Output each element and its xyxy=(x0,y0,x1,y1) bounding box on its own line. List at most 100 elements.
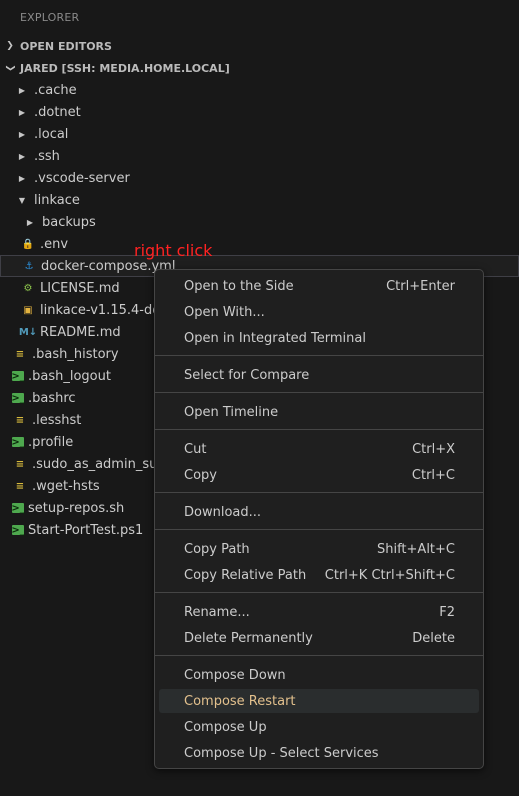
menu-copy[interactable]: Copy Ctrl+C xyxy=(159,463,479,487)
menu-separator xyxy=(155,429,483,430)
tree-item-label: .wget-hsts xyxy=(32,478,100,494)
terminal-icon: >_ xyxy=(11,524,25,536)
menu-compose-up[interactable]: Compose Up xyxy=(159,715,479,739)
tree-item-cache[interactable]: ▶ .cache xyxy=(0,79,519,101)
menu-item-label: Compose Down xyxy=(184,667,286,683)
menu-item-shortcut: Shift+Alt+C xyxy=(376,541,455,557)
tree-item-label: setup-repos.sh xyxy=(28,500,125,516)
menu-open-with[interactable]: Open With... xyxy=(159,300,479,324)
lock-icon: 🔒 xyxy=(21,238,35,250)
open-editors-header[interactable]: ❯ OPEN EDITORS xyxy=(0,35,519,57)
menu-compose-restart[interactable]: Compose Restart xyxy=(159,689,479,713)
menu-cut[interactable]: Cut Ctrl+X xyxy=(159,437,479,461)
menu-item-label: Download... xyxy=(184,504,262,520)
tree-item-label: README.md xyxy=(40,324,121,340)
menu-separator xyxy=(155,492,483,493)
terminal-icon: >_ xyxy=(11,436,25,448)
menu-item-label: Copy Relative Path xyxy=(184,567,307,583)
chevron-down-icon: ❯ xyxy=(5,64,15,72)
menu-compose-down[interactable]: Compose Down xyxy=(159,663,479,687)
menu-item-label: Open to the Side xyxy=(184,278,294,294)
chevron-right-icon: ▶ xyxy=(18,107,26,117)
tree-item-label: .lesshst xyxy=(32,412,82,428)
markdown-icon: M↓ xyxy=(18,326,38,338)
menu-item-shortcut: Delete xyxy=(412,630,455,646)
lines-icon: ≡ xyxy=(15,480,25,492)
menu-compose-up-select-services[interactable]: Compose Up - Select Services xyxy=(159,741,479,765)
chevron-down-icon: ▼ xyxy=(18,195,26,205)
license-icon: ⚙ xyxy=(23,282,33,294)
tree-item-linkace[interactable]: ▼ linkace xyxy=(0,189,519,211)
menu-copy-relative-path[interactable]: Copy Relative Path Ctrl+K Ctrl+Shift+C xyxy=(159,563,479,587)
menu-delete-permanently[interactable]: Delete Permanently Delete xyxy=(159,626,479,650)
tree-item-label: .bash_logout xyxy=(28,368,111,384)
tree-item-ssh[interactable]: ▶ .ssh xyxy=(0,145,519,167)
workspace-label: JARED [SSH: MEDIA.HOME.LOCAL] xyxy=(20,61,230,75)
tree-item-label: .local xyxy=(34,126,69,142)
tree-item-local[interactable]: ▶ .local xyxy=(0,123,519,145)
menu-item-shortcut: Ctrl+X xyxy=(412,441,455,457)
menu-item-label: Open Timeline xyxy=(184,404,279,420)
tree-item-label: .ssh xyxy=(34,148,60,164)
menu-item-label: Open With... xyxy=(184,304,265,320)
menu-item-label: Compose Up - Select Services xyxy=(184,745,379,761)
menu-item-label: Rename... xyxy=(184,604,250,620)
menu-select-for-compare[interactable]: Select for Compare xyxy=(159,363,479,387)
menu-separator xyxy=(155,392,483,393)
terminal-icon: >_ xyxy=(11,502,25,514)
tree-item-vscode-server[interactable]: ▶ .vscode-server xyxy=(0,167,519,189)
right-click-annotation: right click xyxy=(134,241,213,260)
menu-item-label: Compose Restart xyxy=(184,693,296,709)
chevron-right-icon: ▶ xyxy=(26,217,34,227)
tree-item-label: .bashrc xyxy=(28,390,76,406)
menu-open-timeline[interactable]: Open Timeline xyxy=(159,400,479,424)
menu-item-label: Open in Integrated Terminal xyxy=(184,330,366,346)
menu-item-label: Compose Up xyxy=(184,719,267,735)
chevron-right-icon: ▶ xyxy=(18,151,26,161)
context-menu: Open to the Side Ctrl+Enter Open With...… xyxy=(154,269,484,769)
tree-item-label: .cache xyxy=(34,82,77,98)
menu-item-shortcut: Ctrl+C xyxy=(411,467,455,483)
menu-separator xyxy=(155,529,483,530)
lines-icon: ≡ xyxy=(15,348,25,360)
menu-separator xyxy=(155,355,483,356)
menu-item-label: Copy xyxy=(184,467,217,483)
open-editors-label: OPEN EDITORS xyxy=(20,39,112,53)
menu-item-shortcut: F2 xyxy=(439,604,455,620)
tree-item-label: .vscode-server xyxy=(34,170,130,186)
chevron-right-icon: ▶ xyxy=(18,129,26,139)
menu-separator xyxy=(155,592,483,593)
menu-copy-path[interactable]: Copy Path Shift+Alt+C xyxy=(159,537,479,561)
menu-separator xyxy=(155,655,483,656)
tree-item-label: Start-PortTest.ps1 xyxy=(28,522,144,538)
tree-item-label: backups xyxy=(42,214,96,230)
docker-icon: ⚓ xyxy=(24,260,34,272)
explorer-title: EXPLORER xyxy=(20,11,80,24)
menu-open-in-terminal[interactable]: Open in Integrated Terminal xyxy=(159,326,479,350)
menu-open-to-side[interactable]: Open to the Side Ctrl+Enter xyxy=(159,274,479,298)
chevron-right-icon: ❯ xyxy=(6,41,14,51)
terminal-icon: >_ xyxy=(11,392,25,404)
tree-item-label: LICENSE.md xyxy=(40,280,120,296)
tree-item-dotnet[interactable]: ▶ .dotnet xyxy=(0,101,519,123)
menu-item-shortcut: Ctrl+K Ctrl+Shift+C xyxy=(324,567,455,583)
archive-icon: ▣ xyxy=(23,304,33,316)
menu-download[interactable]: Download... xyxy=(159,500,479,524)
workspace-header[interactable]: ❯ JARED [SSH: MEDIA.HOME.LOCAL] xyxy=(0,57,519,79)
chevron-right-icon: ▶ xyxy=(18,173,26,183)
menu-rename[interactable]: Rename... F2 xyxy=(159,600,479,624)
tree-item-env[interactable]: 🔒 .env xyxy=(0,233,519,255)
lines-icon: ≡ xyxy=(15,458,25,470)
tree-item-backups[interactable]: ▶ backups xyxy=(0,211,519,233)
menu-item-label: Delete Permanently xyxy=(184,630,313,646)
menu-item-label: Copy Path xyxy=(184,541,250,557)
menu-item-label: Cut xyxy=(184,441,207,457)
tree-item-label: .dotnet xyxy=(34,104,81,120)
chevron-right-icon: ▶ xyxy=(18,85,26,95)
tree-item-label: .profile xyxy=(28,434,74,450)
terminal-icon: >_ xyxy=(11,370,25,382)
tree-item-label: .env xyxy=(40,236,69,252)
tree-item-label: .bash_history xyxy=(32,346,119,362)
tree-item-label: linkace xyxy=(34,192,80,208)
menu-item-shortcut: Ctrl+Enter xyxy=(386,278,455,294)
